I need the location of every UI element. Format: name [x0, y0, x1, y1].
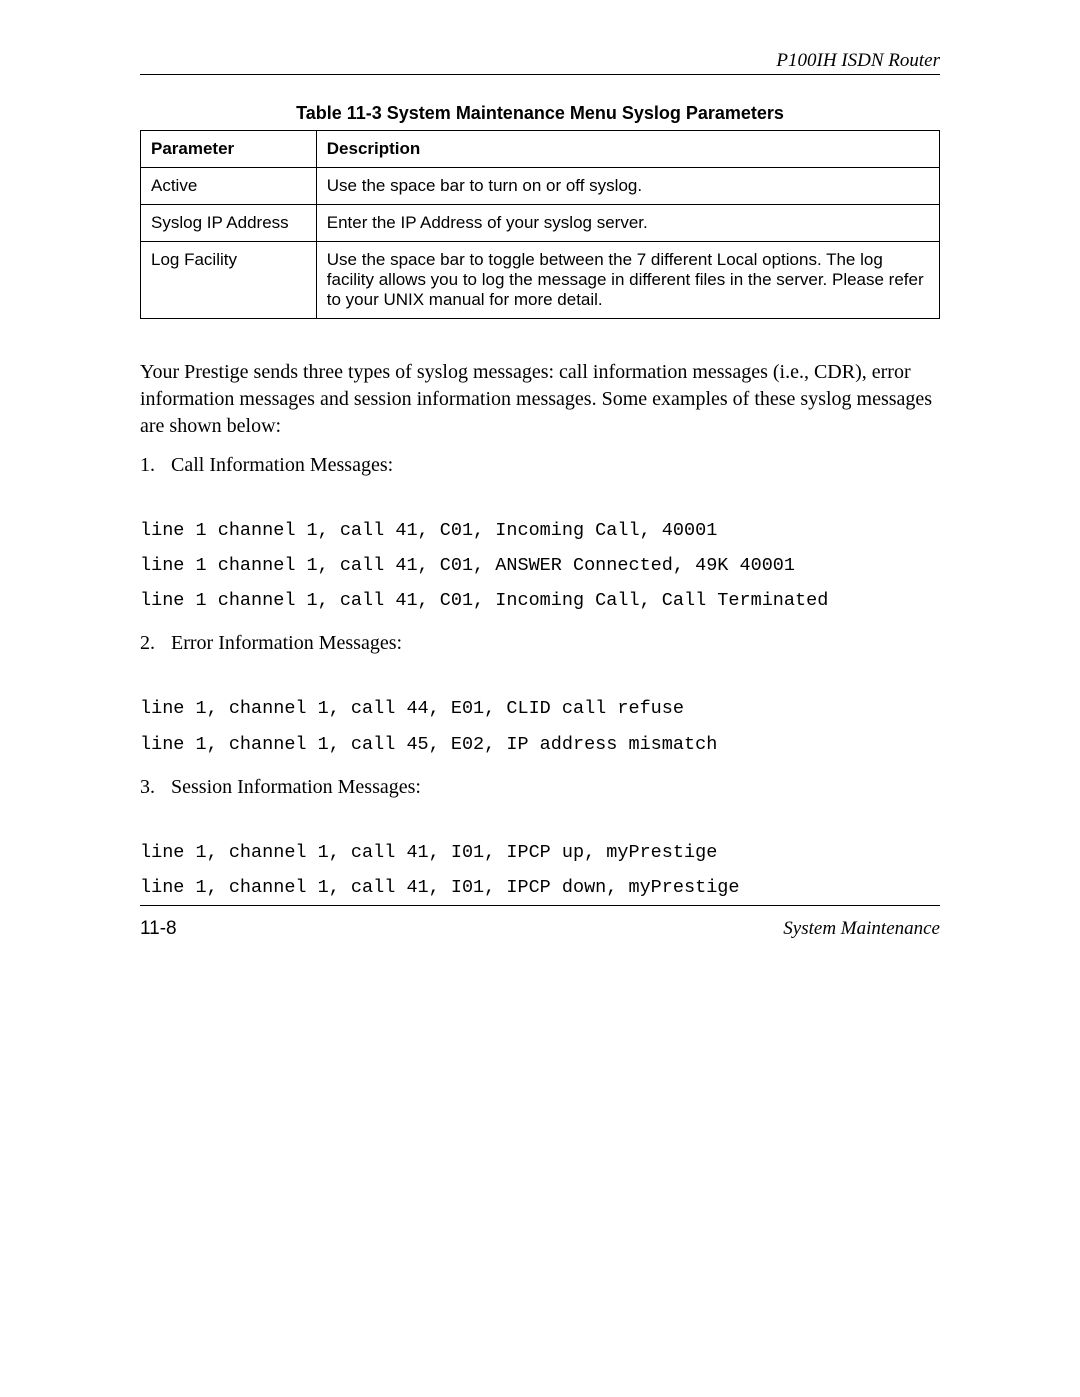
th-description: Description: [316, 131, 939, 168]
list-label: Error Information Messages:: [171, 632, 402, 654]
list-item-2: 2. Error Information Messages:: [140, 632, 940, 655]
table-row: Log Facility Use the space bar to toggle…: [141, 242, 940, 319]
table-row: Syslog IP Address Enter the IP Address o…: [141, 205, 940, 242]
code-block-session-info: line 1, channel 1, call 41, I01, IPCP up…: [140, 835, 940, 905]
table-caption: Table 11-3 System Maintenance Menu Syslo…: [140, 103, 940, 124]
footer: 11-8 System Maintenance: [140, 918, 940, 940]
list-item-1: 1. Call Information Messages:: [140, 454, 940, 477]
cell-param: Log Facility: [141, 242, 317, 319]
page-header: P100IH ISDN Router: [140, 50, 940, 75]
cell-desc: Use the space bar to turn on or off sysl…: [316, 168, 939, 205]
intro-paragraph: Your Prestige sends three types of syslo…: [140, 359, 940, 440]
cell-param: Active: [141, 168, 317, 205]
table-header-row: Parameter Description: [141, 131, 940, 168]
cell-desc: Use the space bar to toggle between the …: [316, 242, 939, 319]
list-num: 2.: [140, 632, 166, 655]
syslog-params-table: Parameter Description Active Use the spa…: [140, 130, 940, 319]
code-block-call-info: line 1 channel 1, call 41, C01, Incoming…: [140, 513, 940, 618]
cell-param: Syslog IP Address: [141, 205, 317, 242]
table-row: Active Use the space bar to turn on or o…: [141, 168, 940, 205]
list-label: Call Information Messages:: [171, 454, 393, 476]
list-num: 3.: [140, 776, 166, 799]
th-parameter: Parameter: [141, 131, 317, 168]
section-title: System Maintenance: [783, 918, 940, 940]
code-block-error-info: line 1, channel 1, call 44, E01, CLID ca…: [140, 691, 940, 761]
header-title: P100IH ISDN Router: [776, 50, 940, 71]
page: P100IH ISDN Router Table 11-3 System Mai…: [0, 0, 1080, 1397]
page-number: 11-8: [140, 918, 177, 940]
list-item-3: 3. Session Information Messages:: [140, 776, 940, 799]
list-label: Session Information Messages:: [171, 776, 421, 798]
list-num: 1.: [140, 454, 166, 477]
footer-rule: [140, 905, 940, 906]
cell-desc: Enter the IP Address of your syslog serv…: [316, 205, 939, 242]
